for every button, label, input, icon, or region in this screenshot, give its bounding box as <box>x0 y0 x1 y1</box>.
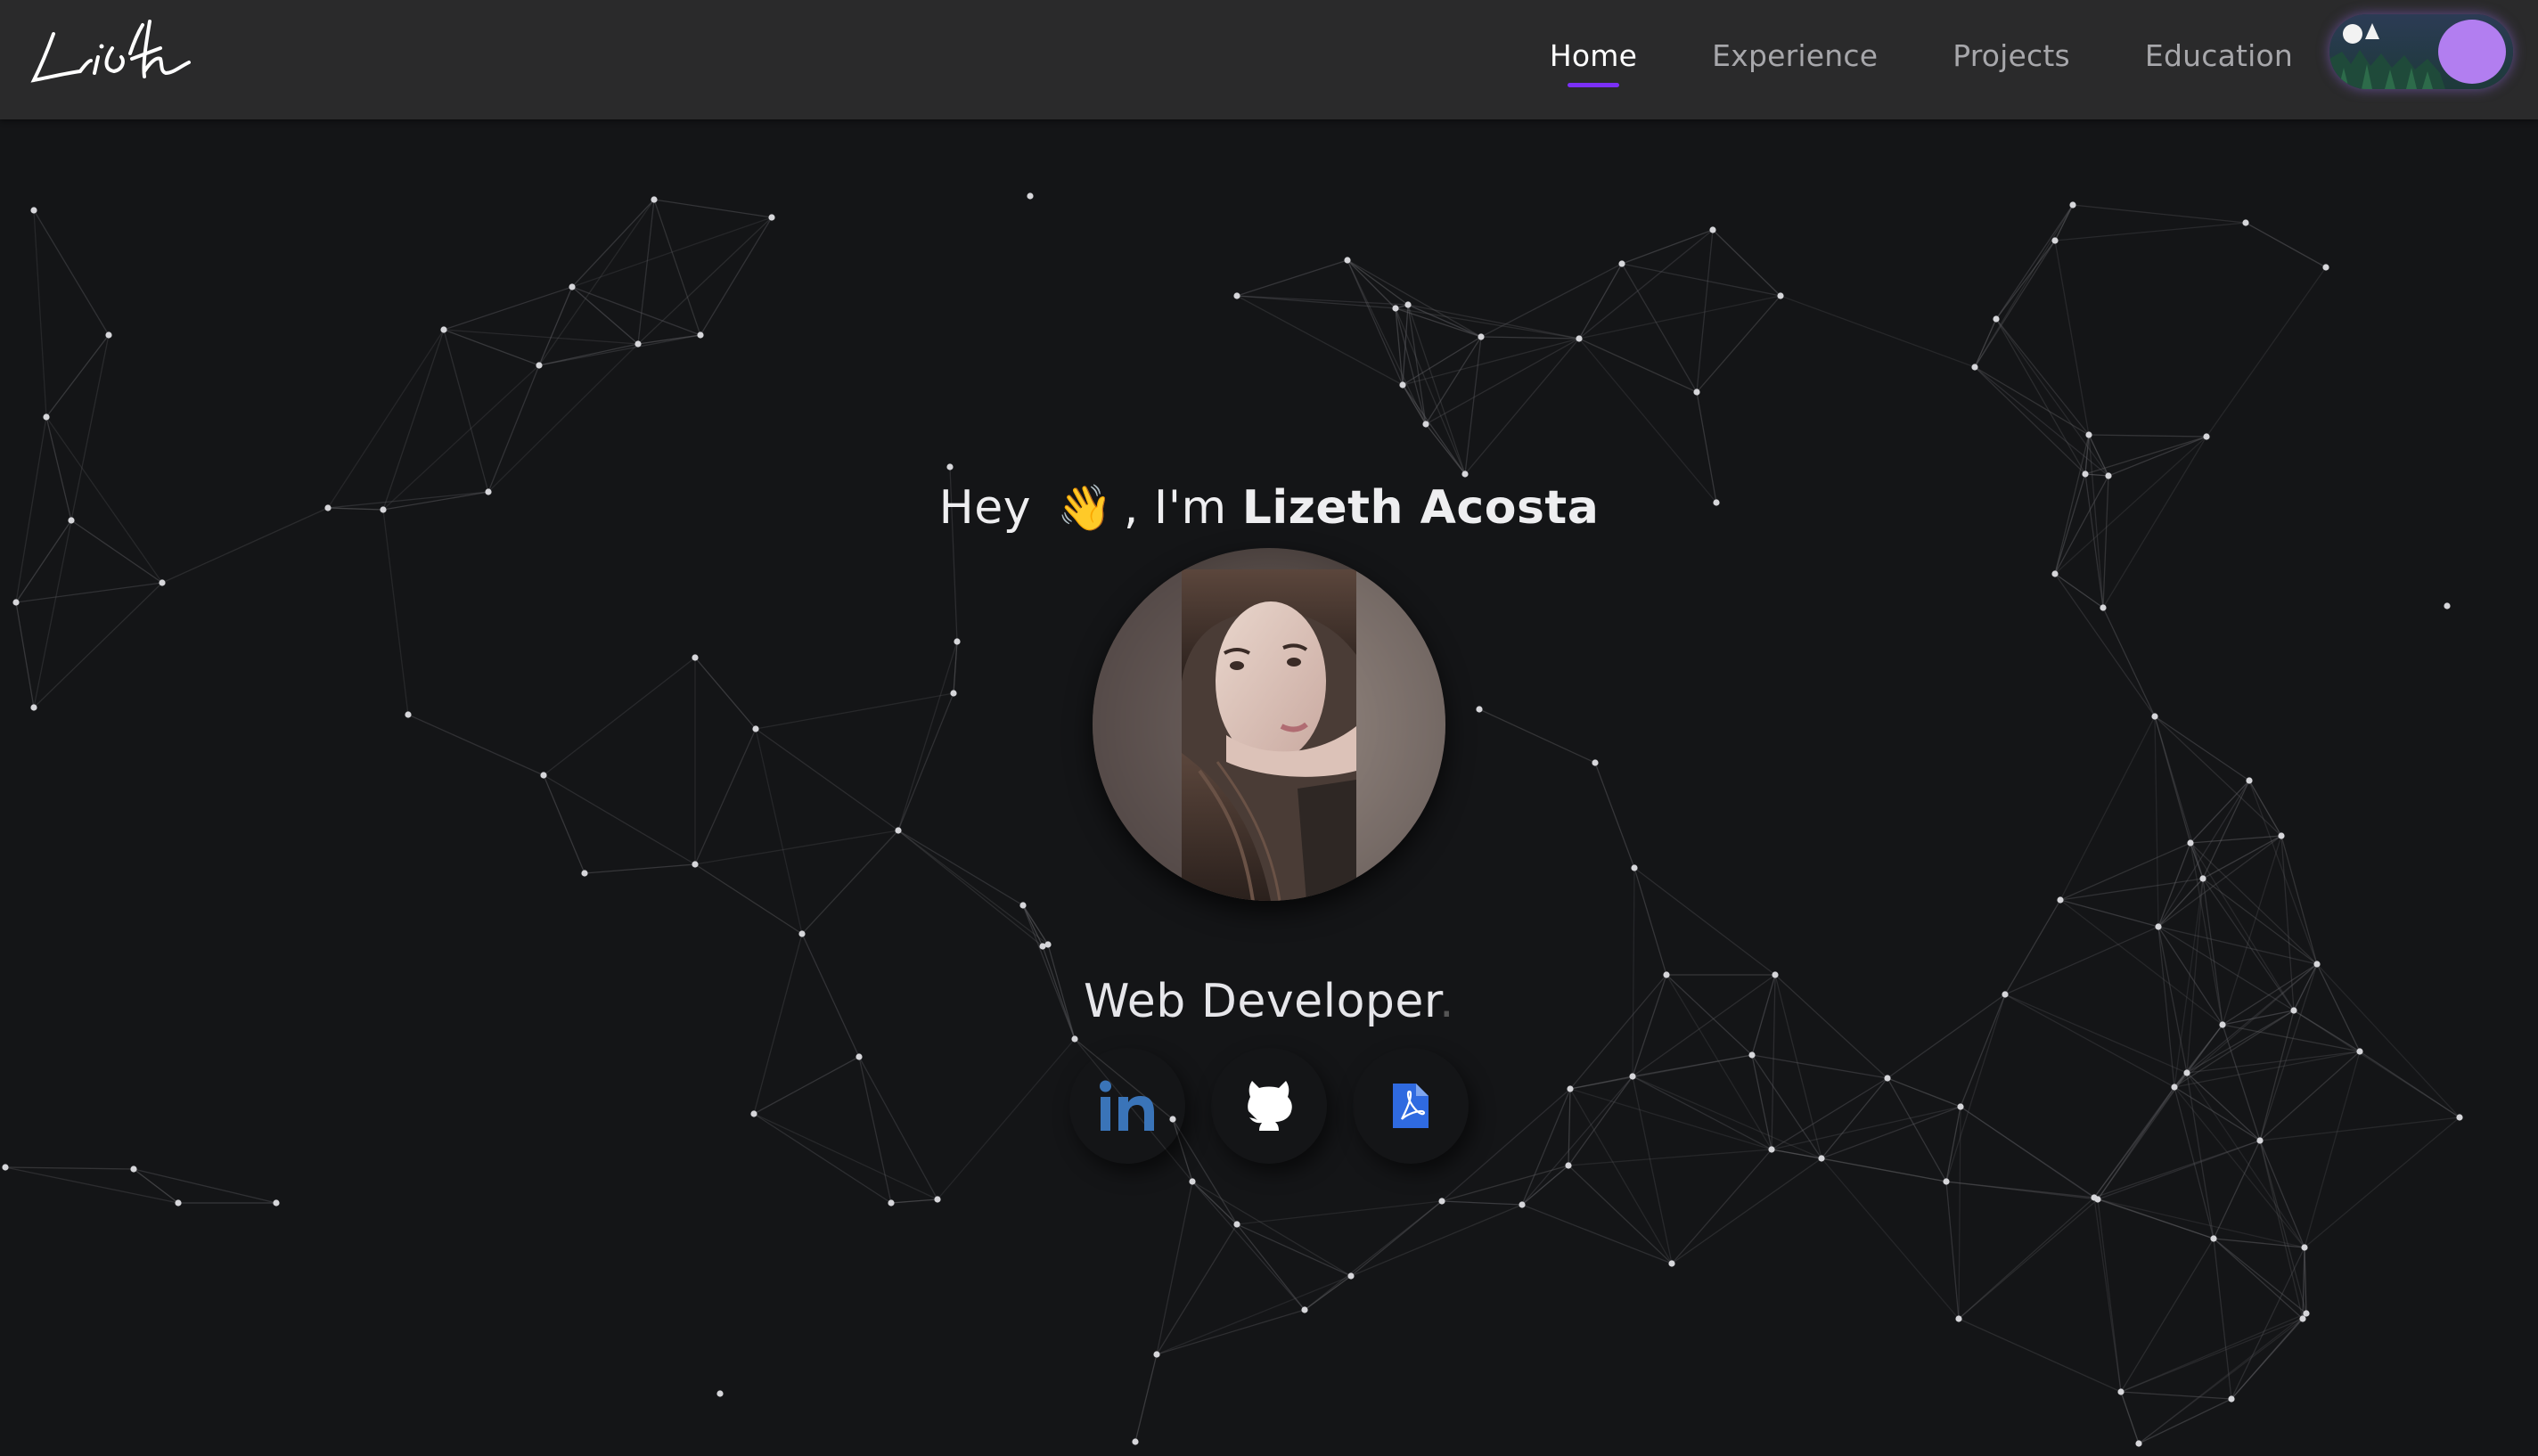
signature-logo[interactable] <box>27 7 192 96</box>
greeting-prefix: Hey <box>938 481 1032 535</box>
person-name: Lizeth Acosta <box>1241 481 1600 535</box>
linkedin-link[interactable] <box>1069 1048 1185 1164</box>
greeting-mid: , I'm <box>1123 481 1227 535</box>
nav-links: Home Experience Projects Education <box>1550 0 2293 110</box>
wave-emoji-icon: 👋 <box>1057 482 1113 534</box>
top-navbar: Home Experience Projects Education <box>0 0 2538 119</box>
pdf-resume-icon <box>1393 1084 1429 1128</box>
profile-avatar <box>1093 548 1445 901</box>
typing-cursor: . <box>1439 975 1455 1028</box>
toggle-knob <box>2438 20 2506 84</box>
resume-pdf-link[interactable] <box>1353 1048 1469 1164</box>
role-text: Web Developer <box>1083 975 1440 1028</box>
nav-experience[interactable]: Experience <box>1712 38 1878 73</box>
hero-section: Hey 👋, I'm Lizeth Acosta Web Developer. <box>0 0 2538 1456</box>
github-link[interactable] <box>1211 1048 1327 1164</box>
profile-photo <box>1093 548 1445 901</box>
theme-toggle[interactable] <box>2329 14 2513 89</box>
nav-projects[interactable]: Projects <box>1953 38 2070 73</box>
linkedin-icon <box>1100 1080 1154 1131</box>
nav-home[interactable]: Home <box>1550 38 1637 87</box>
nav-education[interactable]: Education <box>2145 38 2293 73</box>
greeting-heading: Hey 👋, I'm Lizeth Acosta <box>0 481 2538 535</box>
role-heading: Web Developer. <box>0 975 2538 1028</box>
github-icon <box>1248 1081 1292 1131</box>
